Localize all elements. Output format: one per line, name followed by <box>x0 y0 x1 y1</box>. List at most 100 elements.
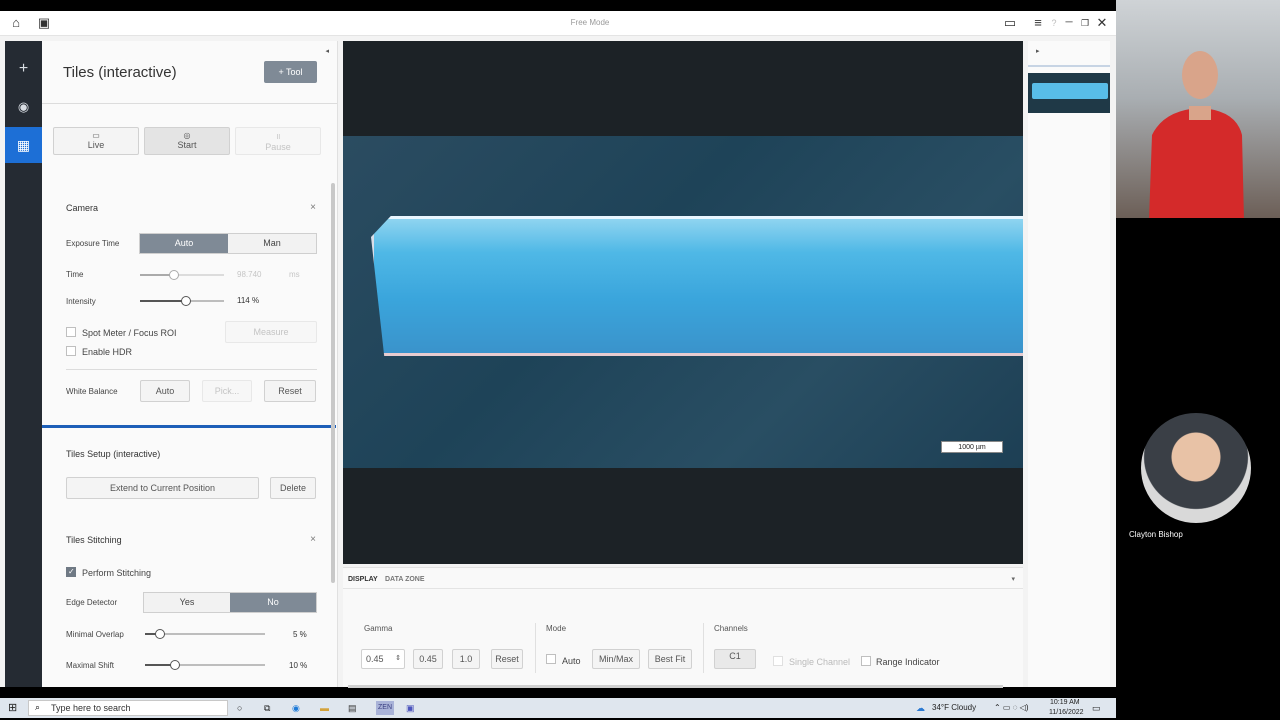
expand-icon[interactable]: ▸ <box>1036 47 1040 55</box>
minmax-button[interactable]: Min/Max <box>592 649 640 669</box>
overlap-label: Minimal Overlap <box>66 630 124 639</box>
exposure-auto[interactable]: Auto <box>140 234 228 253</box>
restore-icon[interactable]: ❐ <box>1077 15 1093 31</box>
collapse-icon[interactable]: ◂ <box>325 47 329 55</box>
notifications-icon[interactable]: ▭ <box>1092 701 1101 715</box>
mode-auto-label: Auto <box>562 656 581 666</box>
gamma-045-button[interactable]: 0.45 <box>413 649 443 669</box>
close-icon[interactable]: ✕ <box>1094 15 1110 31</box>
task-view-icon[interactable]: ⧉ <box>264 701 270 715</box>
live-button[interactable]: ▭ Live <box>53 127 139 155</box>
extend-position-button[interactable]: Extend to Current Position <box>66 477 259 499</box>
taskbar: ⊞ ⌕ Type here to search ○ ⧉ ◉ ▬ ▤ ZEN ▣ … <box>0 698 1116 718</box>
exposure-toggle[interactable]: Auto Man <box>139 233 317 254</box>
exposure-man[interactable]: Man <box>228 234 316 253</box>
overlap-slider[interactable] <box>145 629 265 639</box>
overlap-value[interactable]: 5 % <box>293 630 307 639</box>
wb-pick-button[interactable]: Pick... <box>202 380 252 402</box>
mode-auto-checkbox[interactable] <box>546 654 556 664</box>
edge-icon[interactable]: ◉ <box>292 701 300 715</box>
tab-data-zone[interactable]: DATA ZONE <box>385 576 425 583</box>
gamma-value: 0.45 <box>366 654 384 664</box>
divider <box>66 369 317 370</box>
store-icon[interactable]: ▤ <box>348 701 357 715</box>
help-icon[interactable]: ? <box>1046 15 1062 31</box>
intensity-slider-knob[interactable] <box>181 296 191 306</box>
channel-c1-button[interactable]: C1 <box>714 649 756 669</box>
shift-slider-knob[interactable] <box>170 660 180 670</box>
edge-no[interactable]: No <box>230 593 316 612</box>
weather-text[interactable]: 34°F Cloudy <box>932 701 976 715</box>
perform-stitching-label: Perform Stitching <box>82 568 152 578</box>
measure-button[interactable]: Measure <box>225 321 317 343</box>
live-label: Live <box>87 140 105 150</box>
intensity-slider[interactable] <box>140 296 224 306</box>
camera-close-icon[interactable]: × <box>310 202 316 213</box>
shift-slider[interactable] <box>145 660 265 670</box>
menu-icon[interactable]: ≡ <box>1030 15 1046 31</box>
image-viewer[interactable]: 1000 µm <box>343 41 1023 564</box>
delete-button[interactable]: Delete <box>270 477 316 499</box>
system-tray-icons[interactable]: ⌃ ▭ ◌ ◁) <box>994 701 1029 715</box>
spot-meter-checkbox[interactable] <box>66 327 76 337</box>
intensity-label: Intensity <box>66 297 96 306</box>
perform-stitching-checkbox[interactable] <box>66 567 76 577</box>
sample-specimen <box>371 216 1023 356</box>
single-channel-checkbox[interactable] <box>773 656 783 666</box>
time-unit[interactable]: ms <box>289 270 300 279</box>
overlap-slider-knob[interactable] <box>155 629 165 639</box>
time-value[interactable]: 98.740 <box>237 270 261 279</box>
pause-button[interactable]: ॥ Pause <box>235 127 321 155</box>
taskbar-time[interactable]: 10:19 AM <box>1050 698 1080 708</box>
divider <box>42 103 337 104</box>
tile-thumbnail[interactable] <box>1028 73 1110 113</box>
start-button[interactable]: ◎ Start <box>144 127 230 155</box>
hdr-checkbox[interactable] <box>66 346 76 356</box>
stitching-title: Tiles Stitching <box>66 535 122 545</box>
gamma-10-button[interactable]: 1.0 <box>452 649 480 669</box>
pause-label: Pause <box>265 142 291 152</box>
search-icon: ⌕ <box>35 702 41 712</box>
camera-title: Camera <box>66 203 99 213</box>
gamma-reset-button[interactable]: Reset <box>491 649 523 669</box>
intensity-slider-fill <box>140 300 186 302</box>
panel-scrollbar[interactable] <box>331 183 335 583</box>
taskbar-search[interactable]: ⌕ Type here to search <box>28 700 228 716</box>
gamma-input[interactable]: 0.45 ⇕ <box>361 649 405 669</box>
windows-start-icon[interactable]: ⊞ <box>8 701 17 715</box>
microscope-image: 1000 µm <box>343 136 1023 468</box>
channels-label: Channels <box>714 624 748 633</box>
teams-icon[interactable]: ▣ <box>406 701 415 715</box>
time-slider-knob[interactable] <box>169 270 179 280</box>
taskbar-date[interactable]: 11/16/2022 <box>1049 708 1084 717</box>
divider <box>343 588 1023 589</box>
spot-meter-label: Spot Meter / Focus ROI <box>82 328 177 338</box>
intensity-value[interactable]: 114 % <box>237 296 259 305</box>
edge-yes[interactable]: Yes <box>144 593 230 612</box>
chevron-down-icon[interactable]: ▾ <box>1011 575 1015 583</box>
spinner-icon[interactable]: ⇕ <box>395 650 401 668</box>
range-indicator-label: Range Indicator <box>876 657 940 667</box>
chat-icon[interactable]: ▭ <box>1002 15 1018 31</box>
tab-display[interactable]: DISPLAY <box>348 576 378 583</box>
bestfit-button[interactable]: Best Fit <box>648 649 692 669</box>
add-tool-button[interactable]: + Tool <box>264 61 317 83</box>
wb-auto-button[interactable]: Auto <box>140 380 190 402</box>
shift-value[interactable]: 10 % <box>289 661 307 670</box>
add-icon[interactable]: + <box>5 51 42 87</box>
file-explorer-icon[interactable]: ▬ <box>320 701 329 715</box>
range-indicator-checkbox[interactable] <box>861 656 871 666</box>
time-slider[interactable] <box>140 270 224 280</box>
edge-detector-toggle[interactable]: Yes No <box>143 592 317 613</box>
grid-icon[interactable]: ▦ <box>5 127 42 163</box>
camera-icon[interactable]: ◉ <box>5 89 42 125</box>
stitching-close-icon[interactable]: × <box>310 534 316 545</box>
stitching-section: Tiles Stitching × Perform Stitching Edge… <box>42 513 337 687</box>
participant-name: Clayton Bishop <box>1129 530 1183 539</box>
horizontal-scrollbar[interactable] <box>348 685 1003 688</box>
wb-reset-button[interactable]: Reset <box>264 380 316 402</box>
minimize-icon[interactable]: ─ <box>1061 15 1077 31</box>
start-label: Start <box>177 140 197 150</box>
zen-app-icon[interactable]: ZEN <box>376 701 394 715</box>
cortana-icon[interactable]: ○ <box>237 701 242 715</box>
